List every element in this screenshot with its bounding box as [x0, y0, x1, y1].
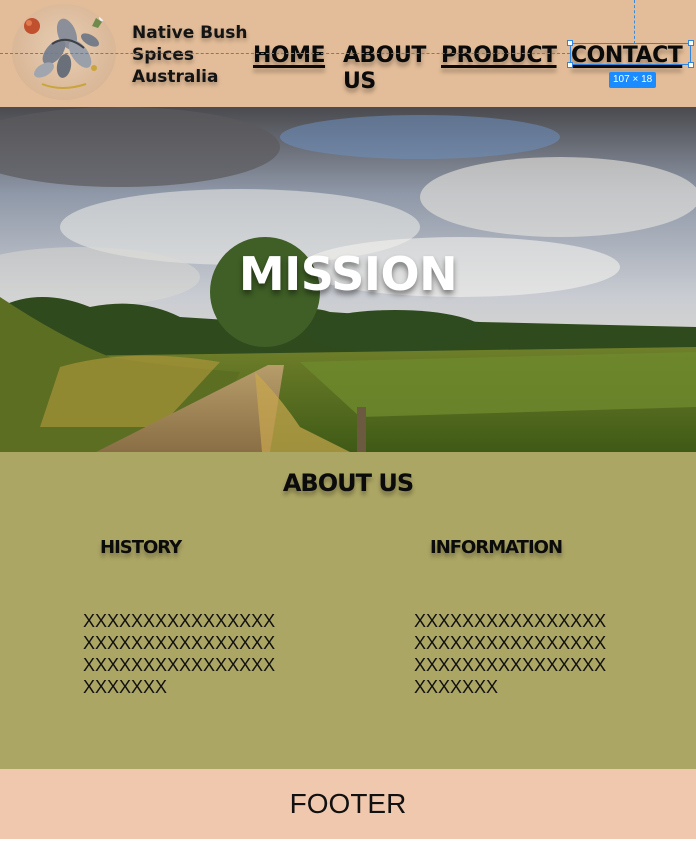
resize-handle-top-right[interactable]: [688, 40, 694, 46]
hero-banner: MISSION: [0, 107, 696, 452]
footer-label: FOOTER: [289, 788, 407, 819]
brand-name: Native Bush Spices Australia: [132, 22, 252, 88]
information-text: XXXXXXXXXXXXXXXXXXXXXXXXXXXXXXXXXXXXXXXX…: [414, 611, 607, 697]
nav-home-link[interactable]: HOME: [253, 43, 326, 69]
history-text: XXXXXXXXXXXXXXXXXXXXXXXXXXXXXXXXXXXXXXXX…: [83, 611, 276, 697]
resize-handle-bottom-left[interactable]: [567, 62, 573, 68]
brand-name-line1: Native Bush: [132, 23, 248, 43]
vertical-guide-line: [634, 0, 635, 44]
hero-title: MISSION: [238, 247, 458, 301]
brand-name-line2: Spices: [132, 45, 194, 65]
brand-name-line3: Australia: [132, 67, 219, 87]
horizontal-guide-line: [0, 53, 570, 54]
resize-handle-top-left[interactable]: [567, 40, 573, 46]
information-heading: INFORMATION: [430, 537, 563, 558]
selection-size-badge: 107 × 18: [609, 72, 657, 88]
resize-handle-bottom-right[interactable]: [688, 62, 694, 68]
site-header: Native Bush Spices Australia HOME ABOUT …: [0, 0, 696, 107]
nav-about-link[interactable]: ABOUT US: [343, 43, 433, 95]
nav-product-link[interactable]: PRODUCT: [441, 43, 557, 69]
about-title: ABOUT US: [282, 469, 414, 497]
spice-pods-logo-icon[interactable]: [12, 4, 116, 100]
selection-box[interactable]: [567, 40, 694, 68]
site-footer: FOOTER: [0, 769, 696, 839]
history-heading: HISTORY: [100, 537, 182, 558]
about-section: ABOUT US HISTORY INFORMATION XXXXXXXXXXX…: [0, 452, 696, 769]
